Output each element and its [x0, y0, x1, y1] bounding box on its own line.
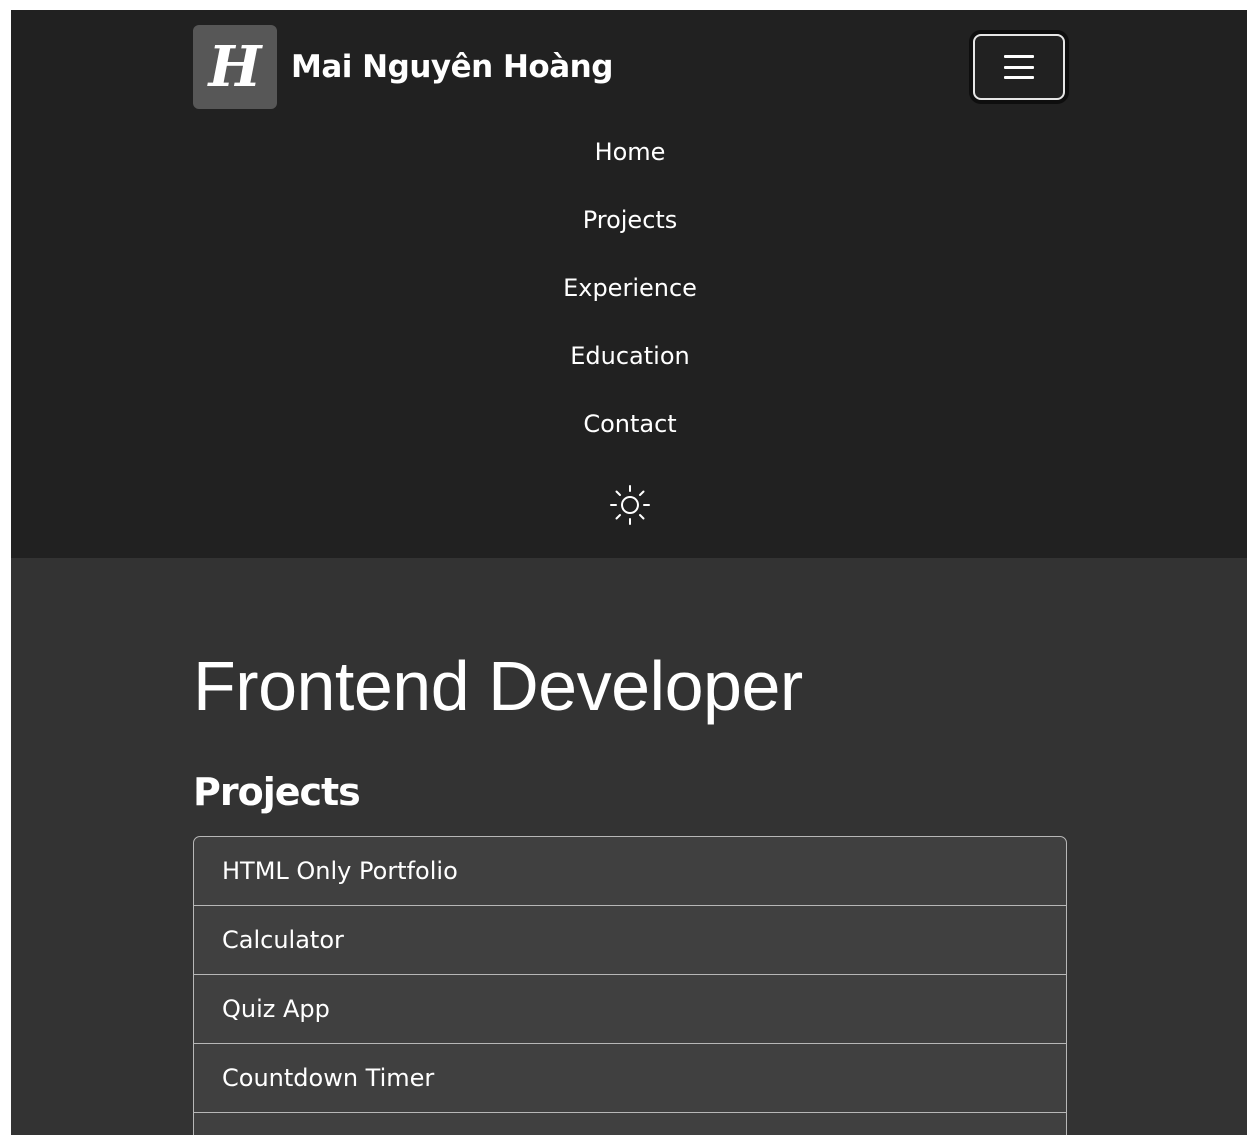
page-viewport: H Mai Nguyên Hoàng Home Projects Experie…	[11, 10, 1247, 1135]
project-item[interactable]: Countdown Timer	[194, 1044, 1066, 1113]
nav-link-education[interactable]: Education	[570, 342, 689, 370]
nav-link-home[interactable]: Home	[595, 138, 666, 166]
project-item[interactable]	[194, 1113, 1066, 1135]
navbar-toggler-button[interactable]	[973, 34, 1065, 100]
nav-item-experience: Experience	[11, 254, 1247, 322]
nav-item-home: Home	[11, 118, 1247, 186]
brand-link[interactable]: H Mai Nguyên Hoàng	[193, 25, 613, 109]
brand-name: Mai Nguyên Hoàng	[291, 49, 613, 85]
nav-link-contact[interactable]: Contact	[583, 410, 676, 438]
project-item[interactable]: Quiz App	[194, 975, 1066, 1044]
projects-heading: Projects	[193, 770, 361, 814]
hero-title: Frontend Developer	[193, 647, 803, 725]
nav-menu: Home Projects Experience Education Conta…	[11, 118, 1247, 458]
nav-item-contact: Contact	[11, 390, 1247, 458]
nav-link-projects[interactable]: Projects	[583, 206, 678, 234]
project-item[interactable]: HTML Only Portfolio	[194, 837, 1066, 906]
nav-link-experience[interactable]: Experience	[563, 274, 697, 302]
navbar: H Mai Nguyên Hoàng Home Projects Experie…	[11, 10, 1247, 558]
hamburger-menu-icon	[1004, 55, 1034, 79]
theme-toggle-button[interactable]	[608, 483, 652, 527]
project-item[interactable]: Calculator	[194, 906, 1066, 975]
sun-icon	[610, 485, 650, 525]
project-list: HTML Only Portfolio Calculator Quiz App …	[193, 836, 1067, 1135]
nav-item-projects: Projects	[11, 186, 1247, 254]
nav-item-education: Education	[11, 322, 1247, 390]
brand-logo: H	[193, 25, 277, 109]
